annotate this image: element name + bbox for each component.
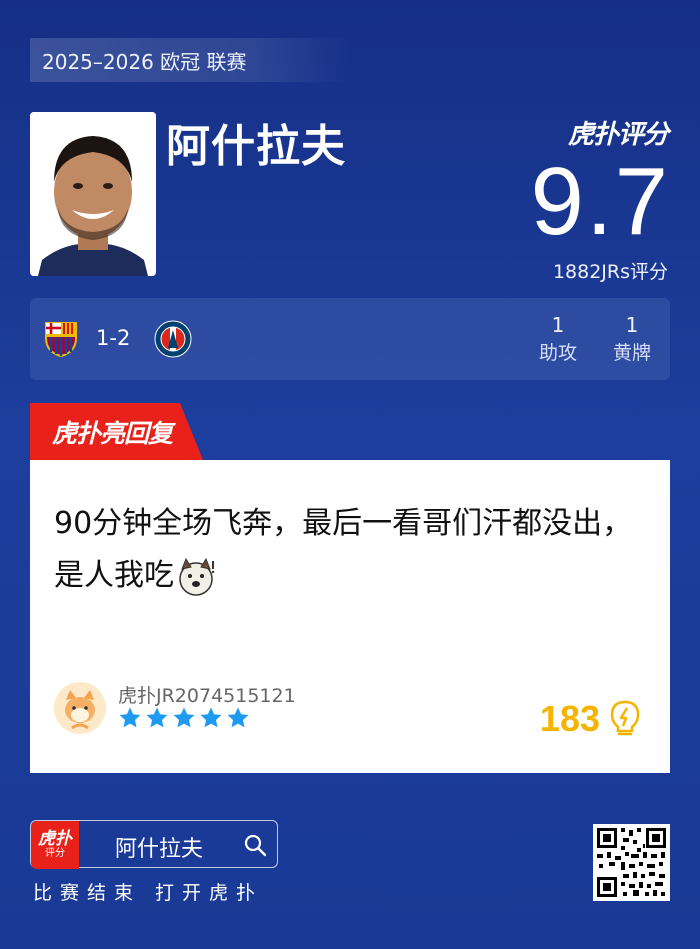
search-query: 阿什拉夫 — [115, 837, 204, 862]
player-photo — [30, 112, 156, 276]
barcelona-crest-icon — [45, 322, 77, 358]
star-icon — [173, 707, 195, 728]
highlight-reply-tab: 虎扑亮回复 — [30, 403, 203, 460]
star-icon — [146, 707, 168, 728]
player-name: 阿什拉夫 — [166, 121, 346, 172]
hupu-app-icon: 虎扑 评分 — [31, 821, 79, 869]
star-icon — [227, 707, 249, 728]
stat-assists-label: 助攻 — [538, 342, 577, 364]
reply-text-block: 90分钟全场飞奔，最后一看哥们汗都没出，是人我吃 — [54, 498, 634, 602]
user-avatar[interactable] — [54, 682, 106, 734]
stat-assists-value: 1 — [551, 313, 565, 337]
psg-crest-icon — [154, 320, 192, 358]
search-box[interactable]: 虎扑 评分 阿什拉夫 — [30, 820, 278, 869]
match-panel: 1-2 1 助攻 1 黄牌 — [30, 298, 670, 380]
star-rating — [118, 706, 250, 730]
stat-yellow-value: 1 — [625, 313, 639, 337]
stat-assists: 1 助攻 — [528, 312, 588, 368]
qr-code — [593, 824, 670, 901]
league-banner: 2025–2026 欧冠 联赛 — [30, 38, 350, 82]
search-icon — [244, 834, 267, 857]
username[interactable]: 虎扑JR2074515121 — [118, 681, 296, 708]
reply-text: 90分钟全场飞奔，最后一看哥们汗都没出，是人我吃 — [54, 506, 633, 593]
lightbulb-icon[interactable] — [608, 700, 642, 738]
star-icon — [119, 707, 141, 728]
stat-yellow-cards: 1 黄牌 — [602, 312, 662, 368]
reply-card: 90分钟全场飞奔，最后一看哥们汗都没出，是人我吃 虎扑JR2074515121 … — [30, 460, 670, 773]
rating-count: 1882JRs评分 — [552, 261, 668, 283]
open-app-cta: 比赛结束 打开虎扑 — [33, 882, 264, 904]
league-label: 2025–2026 欧冠 联赛 — [42, 49, 247, 74]
like-count: 183 — [539, 698, 600, 739]
dog-meme-icon — [179, 557, 215, 596]
app-icon-bottom-label: 评分 — [45, 848, 65, 859]
stat-yellow-label: 黄牌 — [612, 342, 651, 364]
app-icon-top-label: 虎扑 — [38, 829, 72, 849]
star-icon — [200, 707, 222, 728]
match-score: 1-2 — [96, 326, 131, 350]
rating-score: 9.7 — [530, 148, 670, 255]
hupu-rating-logo: 虎扑评分 — [567, 120, 669, 150]
